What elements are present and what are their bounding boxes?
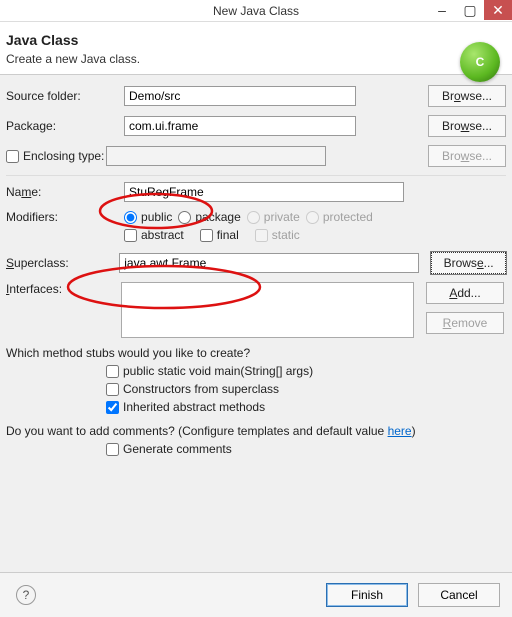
modifiers-label: Modifiers: bbox=[6, 210, 118, 224]
dialog-header: Java Class Create a new Java class. C bbox=[0, 22, 512, 75]
browse-package-button[interactable]: Browse... bbox=[428, 115, 506, 137]
browse-enclosing-button: Browse... bbox=[428, 145, 506, 167]
finish-button[interactable]: Finish bbox=[326, 583, 408, 607]
modifier-static: static bbox=[255, 228, 300, 242]
add-interface-button[interactable]: Add... bbox=[426, 282, 504, 304]
name-label: Name: bbox=[6, 185, 118, 199]
here-link[interactable]: here bbox=[388, 424, 412, 438]
help-button[interactable]: ? bbox=[16, 585, 36, 605]
enclosing-type-input bbox=[106, 146, 326, 166]
browse-source-button[interactable]: Browse... bbox=[428, 85, 506, 107]
header-subtitle: Create a new Java class. bbox=[6, 52, 500, 66]
modifier-private: private bbox=[247, 210, 300, 224]
remove-interface-button: Remove bbox=[426, 312, 504, 334]
package-label: Package: bbox=[6, 119, 118, 133]
source-folder-label: Source folder: bbox=[6, 89, 118, 103]
modifier-final[interactable]: final bbox=[200, 228, 239, 242]
stub-inherited[interactable]: Inherited abstract methods bbox=[106, 400, 506, 414]
minimize-button[interactable]: – bbox=[428, 0, 456, 20]
package-input[interactable] bbox=[124, 116, 356, 136]
maximize-button[interactable]: ▢ bbox=[456, 0, 484, 20]
comments-question: Do you want to add comments? (Configure … bbox=[6, 424, 416, 438]
modifier-protected: protected bbox=[306, 210, 373, 224]
close-button[interactable]: ✕ bbox=[484, 0, 512, 20]
stub-constructors[interactable]: Constructors from superclass bbox=[106, 382, 506, 396]
interfaces-list[interactable] bbox=[121, 282, 414, 338]
dialog-footer: ? Finish Cancel bbox=[0, 572, 512, 617]
browse-superclass-button[interactable]: Browse... bbox=[431, 252, 506, 274]
titlebar: New Java Class – ▢ ✕ bbox=[0, 0, 512, 22]
header-title: Java Class bbox=[6, 32, 500, 48]
stub-main[interactable]: public static void main(String[] args) bbox=[106, 364, 506, 378]
superclass-input[interactable] bbox=[119, 253, 419, 273]
modifier-public[interactable]: public bbox=[124, 210, 172, 224]
source-folder-input[interactable] bbox=[124, 86, 356, 106]
interfaces-label: Interfaces: bbox=[6, 282, 115, 296]
modifier-package[interactable]: package bbox=[178, 210, 240, 224]
generate-comments[interactable]: Generate comments bbox=[106, 442, 506, 456]
modifier-abstract[interactable]: abstract bbox=[124, 228, 184, 242]
superclass-label: Superclass: bbox=[6, 256, 113, 270]
name-input[interactable] bbox=[124, 182, 404, 202]
cancel-button[interactable]: Cancel bbox=[418, 583, 500, 607]
method-stubs-question: Which method stubs would you like to cre… bbox=[6, 346, 506, 360]
enclosing-type-check[interactable]: Enclosing type: bbox=[6, 149, 104, 163]
class-icon: C bbox=[460, 42, 500, 82]
form-area: Source folder: Browse... Package: Browse… bbox=[0, 75, 512, 470]
window-buttons: – ▢ ✕ bbox=[428, 0, 512, 20]
